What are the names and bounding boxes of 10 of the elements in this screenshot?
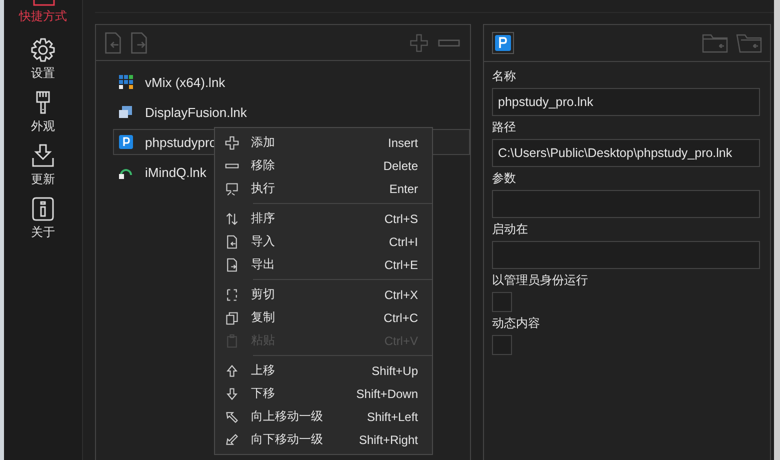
field-label: 名称 [492, 68, 516, 85]
shortcut-name: DisplayFusion.lnk [145, 104, 247, 120]
field-label: 动态内容 [492, 315, 540, 332]
field-label: 参数 [492, 170, 516, 187]
shortcut-name: phpstudypro [145, 134, 217, 150]
shortcut-name: iMindQ.lnk [145, 164, 206, 180]
field-label: 路径 [492, 119, 516, 136]
shortcut-name: vMix (x64).lnk [145, 74, 226, 90]
field-label: 以管理员身份运行 [492, 272, 588, 289]
field-label: 启动在 [492, 221, 528, 238]
